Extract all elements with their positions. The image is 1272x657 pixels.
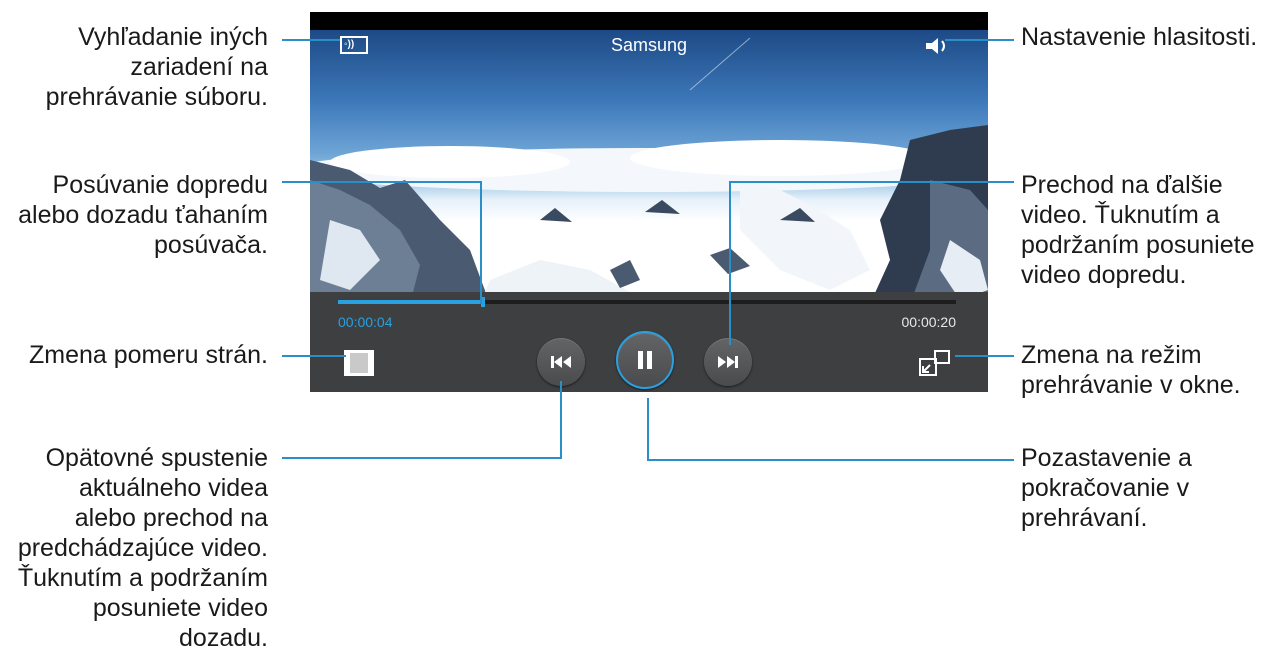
annotation-seek: Posúvanie dopredu alebo dozadu ťahaním p… bbox=[18, 171, 268, 259]
annotation-aspect-ratio: Zmena pomeru strán. bbox=[29, 341, 268, 369]
playback-controls: 00:00:04 00:00:20 bbox=[310, 292, 988, 392]
video-player-screen: ◦)) Samsung 00:00:04 00:00:20 bbox=[310, 12, 988, 392]
previous-track-icon bbox=[551, 356, 571, 368]
annotation-previous: Opätovné spustenie aktuálneho videa aleb… bbox=[17, 444, 268, 652]
current-time: 00:00:04 bbox=[338, 314, 393, 330]
total-time: 00:00:20 bbox=[901, 314, 957, 330]
video-frame[interactable] bbox=[310, 30, 988, 304]
seek-bar[interactable] bbox=[338, 297, 956, 307]
top-bar: ◦)) Samsung bbox=[310, 30, 988, 60]
annotation-popup-mode: Zmena na režim prehrávanie v okne. bbox=[1021, 341, 1241, 399]
video-title: Samsung bbox=[610, 35, 688, 55]
mountain-scene-image bbox=[310, 37, 988, 304]
annotation-next: Prechod na ďalšie video. Ťuknutím a podr… bbox=[1021, 171, 1255, 289]
popup-window-icon[interactable] bbox=[918, 349, 952, 377]
seek-progress bbox=[338, 300, 484, 304]
next-track-icon bbox=[718, 356, 738, 368]
pause-button[interactable] bbox=[616, 331, 674, 389]
previous-button[interactable] bbox=[537, 338, 585, 386]
aspect-ratio-icon[interactable] bbox=[344, 350, 374, 376]
next-button[interactable] bbox=[704, 338, 752, 386]
annotation-search-devices: Vyhľadanie iných zariadení na prehrávani… bbox=[45, 23, 268, 111]
annotation-pause: Pozastavenie a pokračovanie v prehrávaní… bbox=[1021, 444, 1192, 532]
status-bar bbox=[310, 12, 988, 30]
pause-icon bbox=[638, 351, 652, 369]
annotation-volume: Nastavenie hlasitosti. bbox=[1021, 23, 1258, 51]
seek-handle[interactable] bbox=[481, 297, 486, 307]
speaker-icon[interactable] bbox=[924, 35, 952, 57]
